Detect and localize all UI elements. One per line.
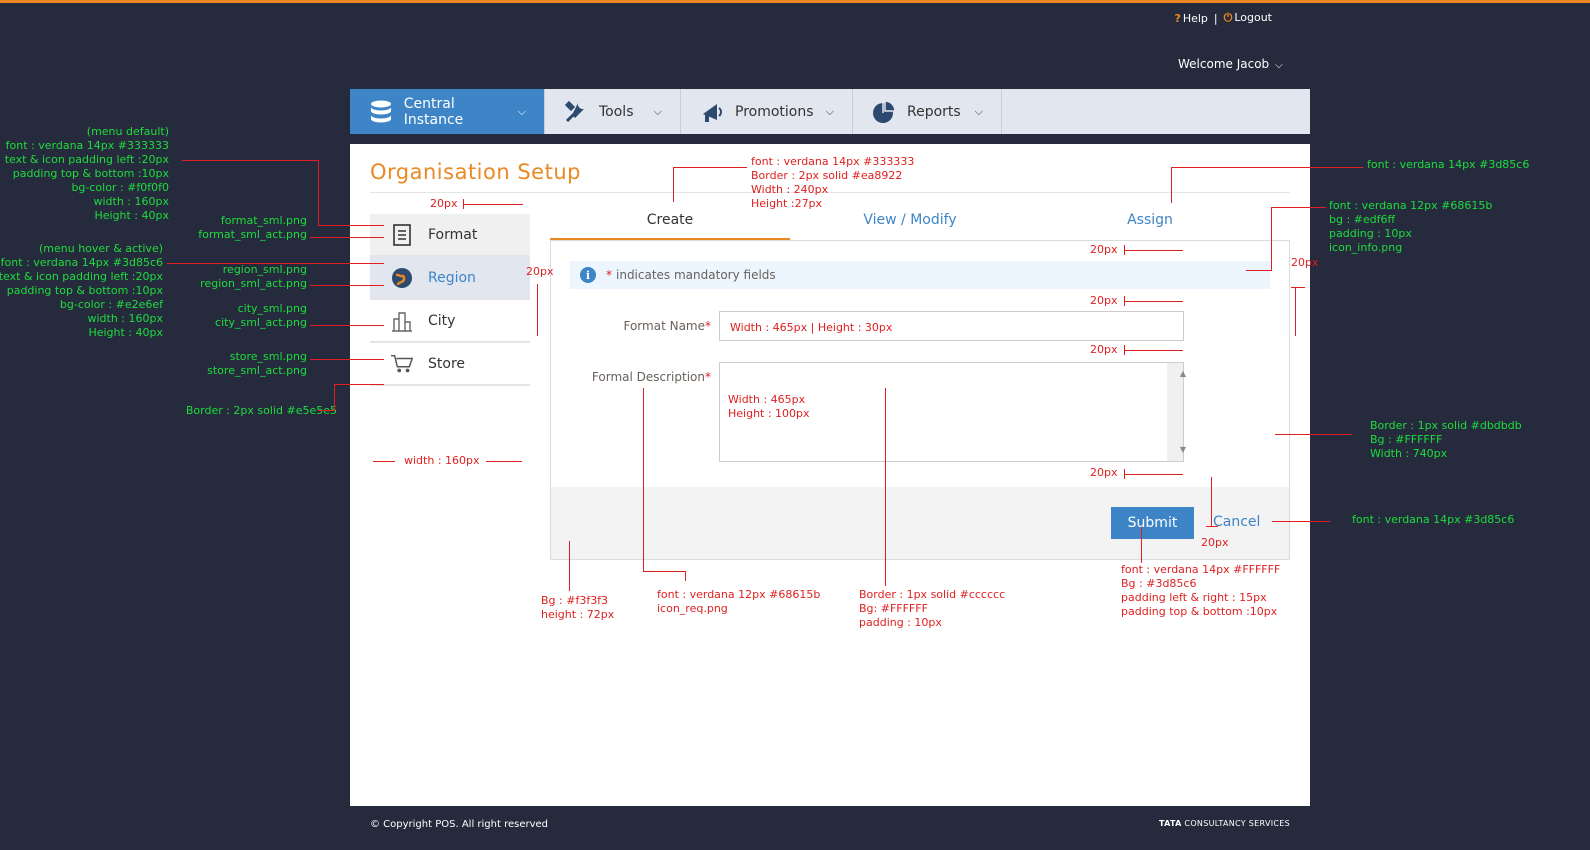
main-nav: Central Instance ⌵ Tools ⌵ Promotions ⌵ … (350, 89, 1310, 134)
scroll-up-icon[interactable]: ▲ (1175, 367, 1191, 381)
annotation-footer-bg: Bg : #f3f3f3 height : 72px (541, 594, 615, 621)
annotation-gap: 20px (1090, 294, 1118, 307)
user-menu[interactable]: Welcome Jacob ⌵ (1178, 57, 1283, 71)
required-mark: * (705, 370, 711, 384)
chevron-down-icon: ⌵ (825, 104, 834, 118)
chevron-down-icon: ⌵ (974, 104, 983, 118)
annotation-menu-hover: (menu hover & active) font : verdana 14p… (0, 242, 163, 339)
chevron-down-icon: ⌵ (653, 104, 662, 118)
annotation-city-icons: city_sml.png city_sml_act.png (215, 302, 307, 329)
info-banner: i * indicates mandatory fields (570, 261, 1270, 289)
scroll-down-icon[interactable]: ▼ (1175, 443, 1191, 457)
document-icon (390, 223, 414, 247)
format-name-input[interactable]: Width : 465px | Height : 30px (719, 311, 1184, 341)
annotation-gap: 20px (1090, 343, 1118, 356)
annotation-cancel-font: font : verdana 14px #3d85c6 (1352, 513, 1515, 526)
chevron-down-icon: ⌵ (517, 104, 526, 118)
chevron-down-icon: ⌵ (1275, 60, 1283, 71)
nav-tools[interactable]: Tools ⌵ (545, 89, 681, 134)
top-links: ? Help | ⏻ Logout (1174, 11, 1272, 25)
required-mark: * (606, 268, 612, 282)
city-icon (390, 309, 414, 333)
format-description-label: Formal Description* (591, 370, 711, 384)
create-form: i * indicates mandatory fields Format Na… (550, 240, 1290, 560)
annotation-textarea-spec: Border : 1px solid #cccccc Bg: #FFFFFF p… (859, 588, 1006, 629)
annotation-label-spec: font : verdana 12px #68615b icon_req.png (657, 588, 821, 615)
menu-item-format[interactable]: Format (370, 214, 530, 257)
copyright: © Copyright POS. All right reserved (370, 819, 549, 830)
annotation-gap: 20px (1090, 466, 1118, 479)
nav-reports[interactable]: Reports ⌵ (853, 89, 1002, 134)
globe-icon (390, 266, 414, 290)
annotation-box-spec: Border : 1px solid #dbdbdb Bg : #FFFFFF … (1370, 419, 1522, 460)
pie-chart-icon (871, 99, 897, 125)
tab-bar: Create View / Modify Assign (550, 204, 1290, 242)
annotation-menu-border: Border : 2px solid #e5e5e5 (185, 404, 337, 417)
nav-promotions[interactable]: Promotions ⌵ (681, 89, 853, 134)
logout-link[interactable]: ⏻ Logout (1224, 11, 1272, 25)
nav-central-instance[interactable]: Central Instance ⌵ (350, 89, 545, 134)
info-text: indicates mandatory fields (616, 268, 776, 282)
help-icon: ? (1174, 11, 1181, 25)
link-separator: | (1213, 11, 1218, 25)
top-accent-bar (0, 0, 1590, 3)
annotation-menu-width: width : 160px (404, 454, 480, 467)
annotation-tab-spec: font : verdana 14px #333333 Border : 2px… (751, 155, 915, 210)
annotation-format-icons: format_sml.png format_sml_act.png (198, 214, 307, 241)
tab-assign[interactable]: Assign (1030, 204, 1270, 240)
annotation-info-spec: font : verdana 12px #68615b bg : #edf6ff… (1329, 199, 1493, 254)
side-menu: Format Region City Store (370, 214, 530, 386)
info-icon: i (580, 267, 596, 283)
submit-button[interactable]: Submit (1111, 507, 1194, 539)
menu-item-store[interactable]: Store (370, 343, 530, 386)
cart-icon (390, 352, 414, 376)
textarea-scrollbar[interactable]: ▲ ▼ (1167, 363, 1186, 461)
annotation-gap: 20px (526, 265, 554, 278)
help-link[interactable]: ? Help (1174, 12, 1207, 25)
annotation-gap: 20px (430, 197, 458, 210)
annotation-region-icons: region_sml.png region_sml_act.png (200, 263, 307, 290)
format-name-label: Format Name* (623, 319, 711, 333)
tools-icon (563, 99, 589, 125)
annotation-gap: 20px (1090, 243, 1118, 256)
menu-item-city[interactable]: City (370, 300, 530, 343)
page-title: Organisation Setup (370, 160, 581, 184)
required-mark: * (705, 319, 711, 333)
annotation-gap: 20px (1291, 256, 1319, 269)
format-description-textarea[interactable]: Width : 465px Height : 100px ▲ ▼ (719, 362, 1186, 462)
power-icon: ⏻ (1223, 11, 1233, 24)
brand-logo: TATA CONSULTANCY SERVICES (1158, 819, 1290, 828)
database-icon (368, 99, 394, 125)
content-panel: Organisation Setup Format Region City St… (350, 144, 1310, 806)
menu-item-region[interactable]: Region (370, 257, 530, 300)
annotation-tab-link-font: font : verdana 14px #3d85c6 (1367, 158, 1530, 171)
form-footer: Submit Cancel (551, 487, 1289, 559)
annotation-menu-default: (menu default) font : verdana 14px #3333… (4, 125, 169, 222)
annotation-store-icons: store_sml.png store_sml_act.png (207, 350, 307, 377)
cancel-link[interactable]: Cancel (1213, 514, 1260, 530)
annotation-gap: 20px (1201, 536, 1229, 549)
megaphone-icon (699, 99, 725, 125)
annotation-submit-spec: font : verdana 14px #FFFFFF Bg : #3d85c6… (1121, 563, 1281, 618)
